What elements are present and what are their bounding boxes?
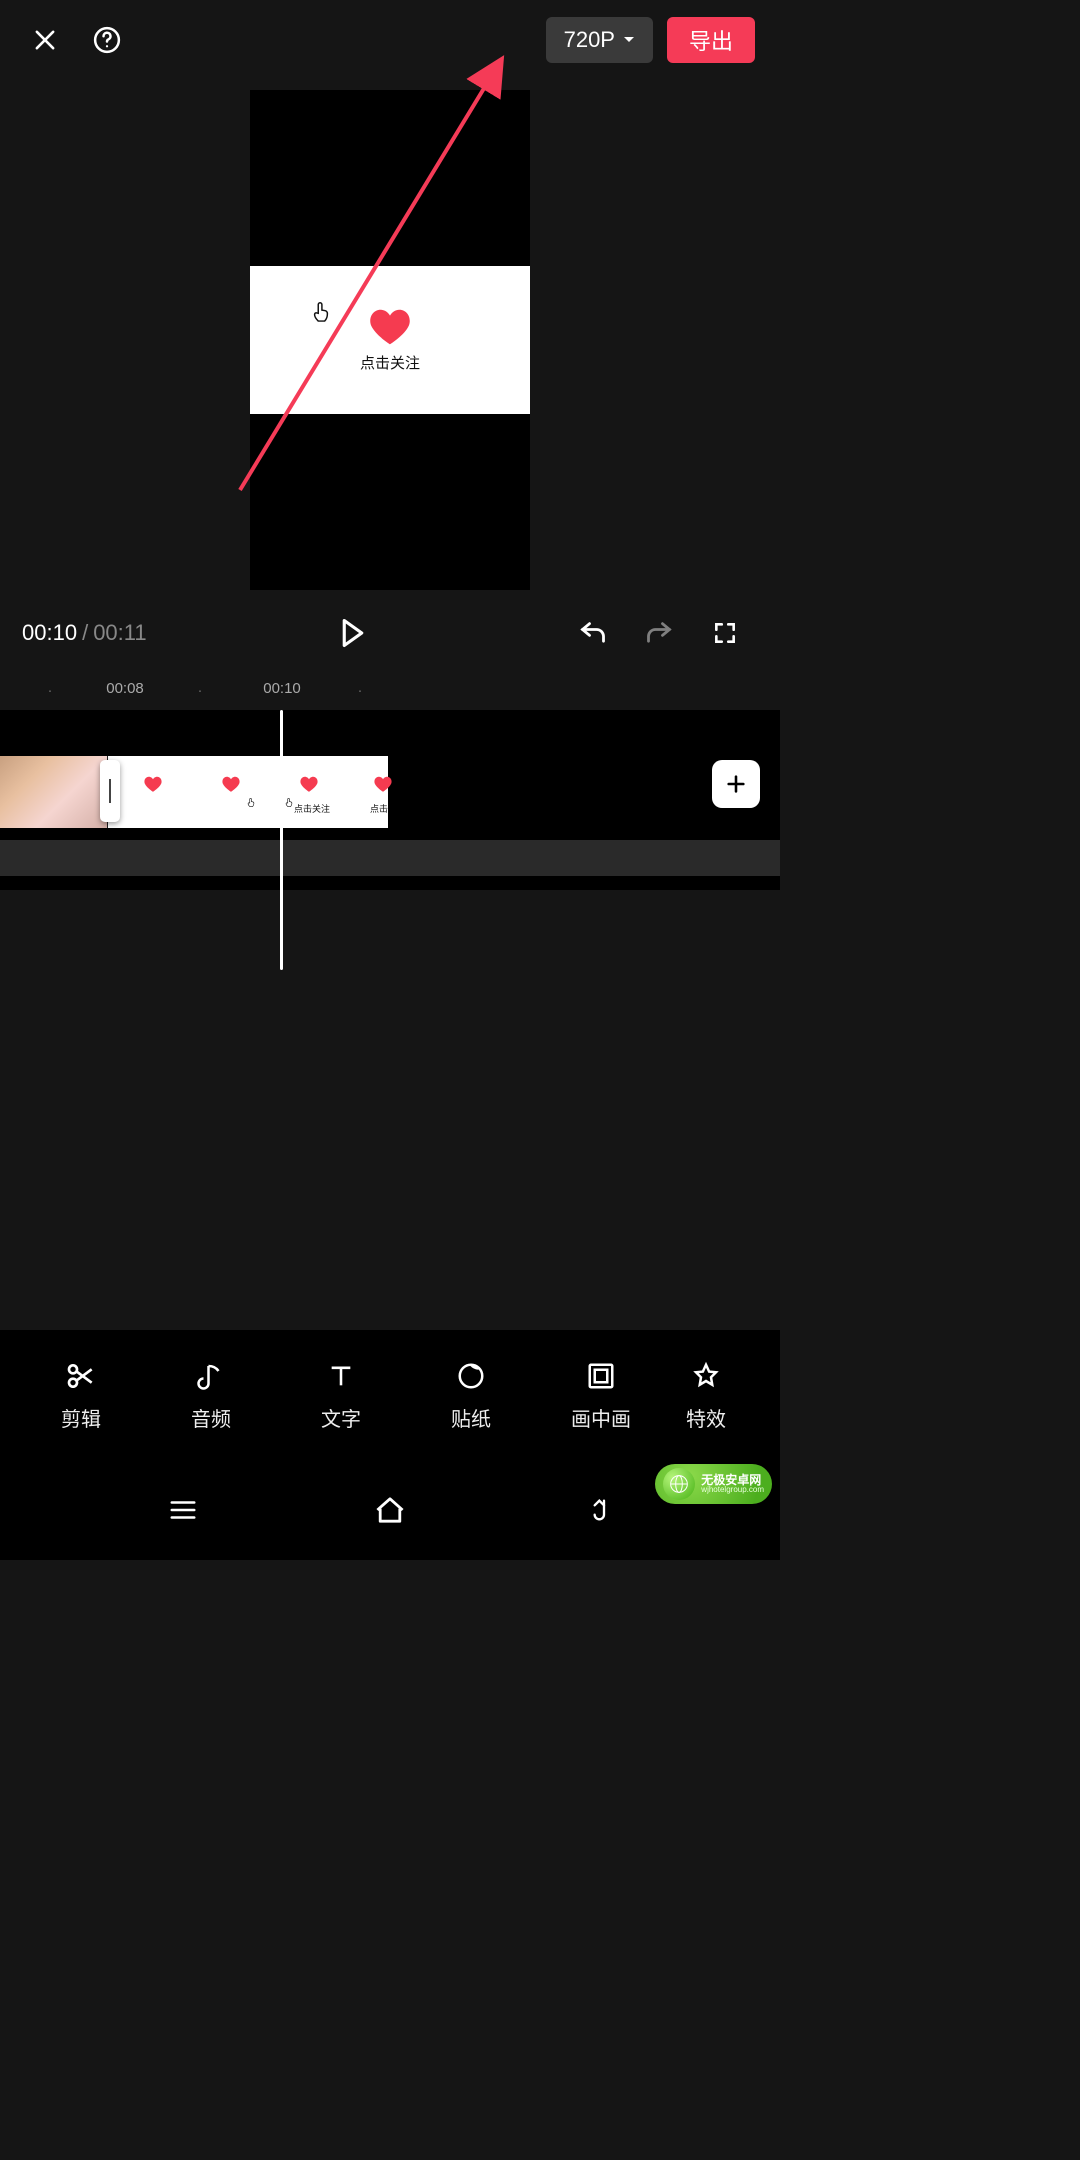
tool-label: 文字 [321,1403,361,1432]
star-icon [689,1359,723,1393]
clip-heart-icon [144,776,162,792]
watermark-globe-icon [663,1468,695,1500]
preview-area: 点击关注 [0,90,780,590]
music-note-icon [194,1359,228,1393]
ruler-tick: 00:08 [106,680,144,697]
tool-audio[interactable]: 音频 [146,1359,276,1432]
empty-track[interactable] [0,840,780,876]
preview-content-band: 点击关注 [250,266,530,414]
tool-sticker[interactable]: 贴纸 [406,1359,536,1432]
tool-effects[interactable]: 特效 [666,1359,746,1432]
preview-overlay-text: 点击关注 [360,352,420,373]
export-button[interactable]: 导出 [667,17,755,63]
current-time: 00:10 [22,620,77,645]
pip-icon [584,1359,618,1393]
tool-cut[interactable]: 剪辑 [16,1359,146,1432]
clip-finger-icon [284,796,294,808]
clip-heart-icon [374,776,392,792]
tool-label: 音频 [191,1403,231,1432]
resolution-button[interactable]: 720P [546,17,653,63]
clip-heart-icon [300,776,318,792]
help-button[interactable] [87,20,127,60]
timecode: 00:10/00:11 [22,620,147,646]
scissors-icon [64,1359,98,1393]
clip-overlay-sequence[interactable]: 点击关注 点击 [108,756,388,828]
sticker-icon [454,1359,488,1393]
play-icon [340,618,366,648]
undo-button[interactable] [568,608,618,658]
bottom-toolbar: 剪辑 音频 文字 贴纸 画中画 特效 [0,1330,780,1460]
clip-mini-text: 点击 [370,802,388,815]
timeline-ruler[interactable]: · 00:08 · 00:10 · [0,674,780,710]
transport-bar: 00:10/00:11 [0,600,780,668]
watermark-url: wjhotelgroup.com [701,1486,764,1494]
nav-home[interactable] [370,1490,410,1530]
clip-finger-icon [246,796,256,808]
close-icon [31,26,59,54]
ruler-tick: 00:10 [263,680,301,697]
fullscreen-icon [712,620,738,646]
nav-recents[interactable] [163,1490,203,1530]
tool-label: 画中画 [571,1403,631,1432]
fullscreen-button[interactable] [700,608,750,658]
video-preview[interactable]: 点击关注 [250,90,530,590]
ruler-dot: · [358,682,363,699]
plus-icon [725,773,747,795]
play-button[interactable] [328,608,378,658]
export-label: 导出 [689,24,733,56]
top-bar: 720P 导出 [0,0,780,80]
time-separator: / [82,620,88,645]
close-button[interactable] [25,20,65,60]
heart-icon [369,308,411,346]
playhead[interactable] [280,710,283,970]
tool-pip[interactable]: 画中画 [536,1359,666,1432]
tool-text[interactable]: 文字 [276,1359,406,1432]
nav-back[interactable] [577,1490,617,1530]
resolution-label: 720P [564,27,615,53]
ruler-dot: · [198,682,203,699]
tool-label: 贴纸 [451,1403,491,1432]
timeline-tracks[interactable]: 点击关注 点击 [0,710,780,890]
watermark: 无极安卓网 wjhotelgroup.com [655,1464,772,1504]
undo-icon [578,619,608,647]
back-icon [583,1496,611,1524]
tool-label: 剪辑 [61,1403,101,1432]
clip-mini-text: 点击关注 [294,802,330,815]
chevron-down-icon [623,36,635,44]
redo-icon [644,619,674,647]
clip-trim-handle[interactable] [100,760,120,822]
tap-finger-icon [310,300,332,326]
home-icon [373,1496,407,1524]
clip-photo[interactable] [0,756,108,828]
tool-label: 特效 [686,1403,726,1432]
help-icon [92,25,122,55]
ruler-dot: · [48,682,53,699]
text-icon [324,1359,358,1393]
add-clip-button[interactable] [712,760,760,808]
redo-button[interactable] [634,608,684,658]
clip-heart-icon [222,776,240,792]
duration: 00:11 [93,620,146,645]
menu-icon [168,1498,198,1522]
